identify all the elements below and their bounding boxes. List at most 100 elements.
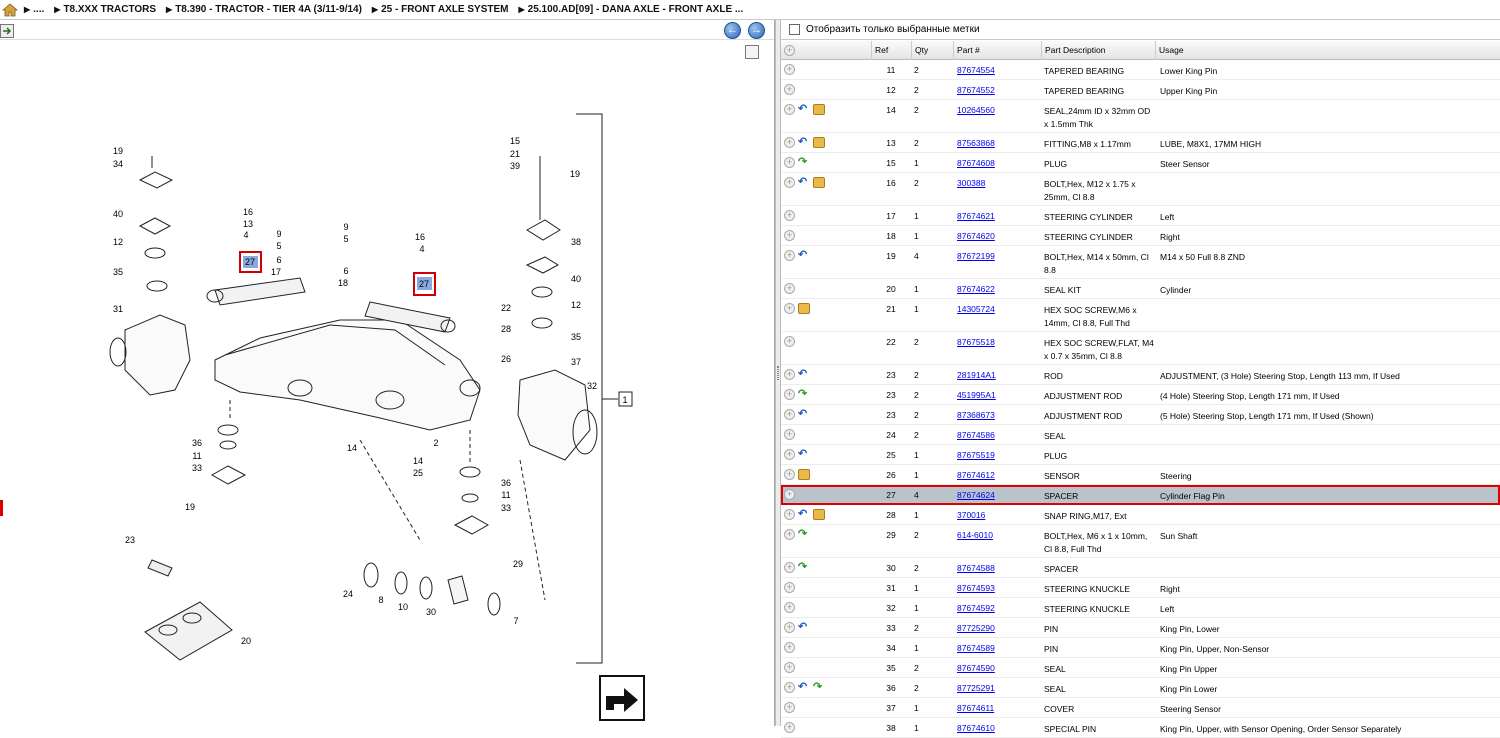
replaced-by-icon[interactable]: ↶ <box>798 369 810 380</box>
package-icon[interactable] <box>798 469 810 480</box>
callout-7[interactable]: 7 <box>513 616 518 626</box>
part-number-link[interactable]: 87674611 <box>957 703 994 713</box>
add-to-cart-icon[interactable]: + <box>784 409 795 420</box>
part-number-link[interactable]: 87674586 <box>957 430 995 440</box>
part-number-link[interactable]: 614-6010 <box>957 530 993 540</box>
add-to-cart-icon[interactable]: + <box>784 369 795 380</box>
replaces-icon[interactable]: ↷ <box>798 157 810 168</box>
callout-36b[interactable]: 36 <box>501 478 511 488</box>
add-to-cart-icon[interactable]: + <box>784 303 795 314</box>
callout-16[interactable]: 16 <box>243 207 253 217</box>
part-number-link[interactable]: 370016 <box>957 510 985 520</box>
callout-1[interactable]: 1 <box>618 391 633 407</box>
header-ref[interactable]: Ref <box>871 41 911 60</box>
table-row[interactable]: + ↶ 19 4 87672199 BOLT,Hex, M14 x 50mm, Cl 8.8… <box>781 246 1500 279</box>
add-to-cart-icon[interactable]: + <box>784 529 795 540</box>
callout-40[interactable]: 40 <box>113 209 123 219</box>
part-number-link[interactable]: 87675519 <box>957 450 995 460</box>
table-row[interactable]: + ↶ 23 2 87368673 ADJUSTMENT ROD (5 Hole) Stee… <box>781 405 1500 425</box>
table-row[interactable]: +32 1 87674592 STEERING KNUCKLE Left <box>781 598 1500 618</box>
add-to-cart-icon[interactable]: + <box>784 509 795 520</box>
replaced-by-icon[interactable]: ↶ <box>798 449 810 460</box>
replaces-icon[interactable]: ↷ <box>798 389 810 400</box>
add-to-cart-icon[interactable]: + <box>784 137 795 148</box>
add-to-cart-icon[interactable]: + <box>784 662 795 673</box>
table-row[interactable]: + ↶ 28 1 370016 SNAP RING,M17, Ext <box>781 505 1500 525</box>
table-row[interactable]: +31 1 87674593 STEERING KNUCKLE Right <box>781 578 1500 598</box>
callout-15[interactable]: 15 <box>510 136 520 146</box>
callout-30[interactable]: 30 <box>426 607 436 617</box>
add-to-cart-icon[interactable]: + <box>784 230 795 241</box>
part-number-link[interactable]: 87674608 <box>957 158 995 168</box>
table-row[interactable]: +37 1 87674611 COVER Steering Sensor <box>781 698 1500 718</box>
table-row[interactable]: +34 1 87674589 PIN King Pin, Upper, Non-Sens… <box>781 638 1500 658</box>
table-row[interactable]: +27 4 87674624 SPACER Cylinder Flag Pin <box>781 485 1500 505</box>
table-row[interactable]: + ↶ 23 2 281914A1 ROD ADJUSTMENT, (3 Hole) Ste… <box>781 365 1500 385</box>
part-number-link[interactable]: 87368673 <box>957 410 995 420</box>
callout-22[interactable]: 22 <box>501 303 511 313</box>
callout-33b[interactable]: 33 <box>501 503 511 513</box>
add-to-cart-icon[interactable]: + <box>784 469 795 480</box>
table-row[interactable]: +24 2 87674586 SEAL <box>781 425 1500 445</box>
add-to-cart-icon[interactable]: + <box>784 722 795 733</box>
replaced-by-icon[interactable]: ↶ <box>798 409 810 420</box>
open-link-icon[interactable] <box>599 675 645 721</box>
add-to-cart-icon[interactable]: + <box>784 336 795 347</box>
part-number-link[interactable]: 87674624 <box>957 490 995 500</box>
callout-39[interactable]: 39 <box>510 161 520 171</box>
part-number-link[interactable]: 87674612 <box>957 470 995 480</box>
callout-37[interactable]: 37 <box>571 357 581 367</box>
table-row[interactable]: + ↶ 13 2 87563868 FITTING,M8 x 1.17mm LUBE, M8… <box>781 133 1500 153</box>
replaced-by-icon[interactable]: ↶ <box>798 509 810 520</box>
table-row[interactable]: +22 2 87675518 HEX SOC SCREW,FLAT, M4 x 0.7 … <box>781 332 1500 365</box>
table-row[interactable]: +17 1 87674621 STEERING CYLINDER Left <box>781 206 1500 226</box>
header-icons[interactable]: + <box>781 41 871 60</box>
add-to-cart-icon[interactable]: + <box>784 389 795 400</box>
part-number-link[interactable]: 10264560 <box>957 105 995 115</box>
callout-25[interactable]: 25 <box>413 468 423 478</box>
table-row[interactable]: +12 2 87674552 TAPERED BEARING Upper King Pi… <box>781 80 1500 100</box>
part-number-link[interactable]: 300388 <box>957 178 985 188</box>
callout-6b[interactable]: 6 <box>343 266 348 276</box>
part-number-link[interactable]: 87674593 <box>957 583 995 593</box>
breadcrumb-item-root[interactable]: ▶.... <box>24 4 44 15</box>
add-to-cart-icon[interactable]: + <box>784 157 795 168</box>
callout-33[interactable]: 33 <box>192 463 202 473</box>
table-row[interactable]: +11 2 87674554 TAPERED BEARING Lower King Pi… <box>781 60 1500 80</box>
package-icon[interactable] <box>813 104 825 115</box>
add-to-cart-icon[interactable]: + <box>784 682 795 693</box>
callout-34[interactable]: 34 <box>113 159 123 169</box>
callout-19b[interactable]: 19 <box>570 169 580 179</box>
part-number-link[interactable]: 87674588 <box>957 563 995 573</box>
table-row[interactable]: + ↷ 15 1 87674608 PLUG Steer Sensor <box>781 153 1500 173</box>
table-row[interactable]: + ↶ ↷ 36 2 87725291 SEAL King Pin Lower <box>781 678 1500 698</box>
part-number-link[interactable]: 87675518 <box>957 337 995 347</box>
part-number-link[interactable]: 87674622 <box>957 284 995 294</box>
part-number-link[interactable]: 87672199 <box>957 251 995 261</box>
package-icon[interactable] <box>813 177 825 188</box>
callout-26[interactable]: 26 <box>501 354 511 364</box>
replaced-by-icon[interactable]: ↶ <box>798 137 810 148</box>
callout-27-left[interactable]: 27 <box>239 251 262 273</box>
package-icon[interactable] <box>813 137 825 148</box>
table-row[interactable]: + ↶ 14 2 10264560 SEAL,24mm ID x 32mm OD x 1.5… <box>781 100 1500 133</box>
table-row[interactable]: +21 1 14305724 HEX SOC SCREW,M6 x 14mm, Cl 8… <box>781 299 1500 332</box>
callout-28[interactable]: 28 <box>501 324 511 334</box>
callout-12b[interactable]: 12 <box>571 300 581 310</box>
add-to-cart-icon[interactable]: + <box>784 177 795 188</box>
show-selected-only-checkbox[interactable] <box>789 24 800 35</box>
part-number-link[interactable]: 87563868 <box>957 138 995 148</box>
breadcrumb-item-page[interactable]: ▶ 25.100.AD[09] - DANA AXLE - FRONT AXLE … <box>519 4 744 15</box>
callout-19[interactable]: 19 <box>113 146 123 156</box>
replaced-by-icon[interactable]: ↶ <box>798 622 810 633</box>
callout-14b[interactable]: 14 <box>413 456 423 466</box>
callout-5[interactable]: 5 <box>276 241 281 251</box>
callout-35b[interactable]: 35 <box>571 332 581 342</box>
add-to-cart-icon[interactable]: + <box>784 449 795 460</box>
callout-18[interactable]: 18 <box>338 278 348 288</box>
add-to-cart-icon[interactable]: + <box>784 283 795 294</box>
part-number-link[interactable]: 451995A1 <box>957 390 996 400</box>
splitter-grip-icon[interactable] <box>777 366 779 380</box>
callout-13[interactable]: 13 <box>243 219 253 229</box>
callout-40b[interactable]: 40 <box>571 274 581 284</box>
